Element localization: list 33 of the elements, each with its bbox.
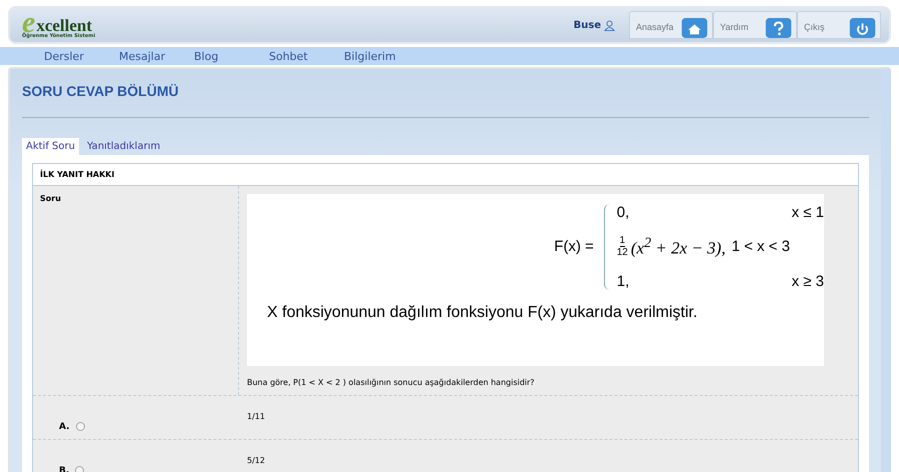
nav-link[interactable]: Dersler (44, 50, 119, 62)
user-icon[interactable] (604, 20, 615, 30)
tab[interactable]: Aktif Soru (22, 138, 79, 155)
formula-text: (x$^{2}$ + 2x − 3), (630, 235, 726, 259)
formula-condition: 1 < x < 3 (732, 238, 791, 256)
formula-caption: X fonksiyonunun dağılım fonksiyonu F(x) yukarıda verilmiştir. (267, 304, 698, 322)
option-text: 1/11 (247, 412, 265, 421)
panel-title: İLK YANIT HAKKI (33, 164, 858, 186)
radio-button[interactable] (75, 466, 84, 472)
header-button[interactable]: Çıkış (797, 11, 881, 39)
formula-text: 0, (616, 204, 630, 221)
question-text: Buna göre, P(1 < X < 2 ) olasılığının sonucu aşağıdakilerden hangisidir? (247, 378, 536, 387)
formula-condition: x ≥ 3 (790, 272, 824, 290)
tab[interactable]: Yanıtladıklarım (82, 138, 164, 155)
formula-text: 1, (616, 272, 630, 290)
help-icon (765, 18, 792, 38)
option-text: 5/12 (247, 456, 265, 465)
home-icon (681, 18, 708, 38)
power-icon (849, 18, 876, 38)
formula-text: F(x) = (554, 238, 594, 256)
header-button[interactable]: Yardım (713, 11, 797, 39)
nav-link[interactable]: Bilgilerim (344, 50, 419, 62)
fraction: 1 12 (616, 235, 628, 258)
nav-link[interactable]: Blog (194, 50, 269, 62)
header-button[interactable]: Anasayfa (629, 11, 713, 39)
nav-link[interactable]: Sohbet (269, 50, 344, 62)
radio-button[interactable] (76, 422, 85, 431)
page-title: SORU CEVAP BÖLÜMÜ (22, 83, 180, 99)
user-name[interactable]: Buse (574, 20, 601, 30)
nav-link[interactable]: Mesajlar (119, 50, 194, 62)
option-letter: A. (59, 422, 70, 432)
question-label: Soru (40, 194, 61, 203)
formula-condition: x ≤ 1 (790, 204, 824, 221)
